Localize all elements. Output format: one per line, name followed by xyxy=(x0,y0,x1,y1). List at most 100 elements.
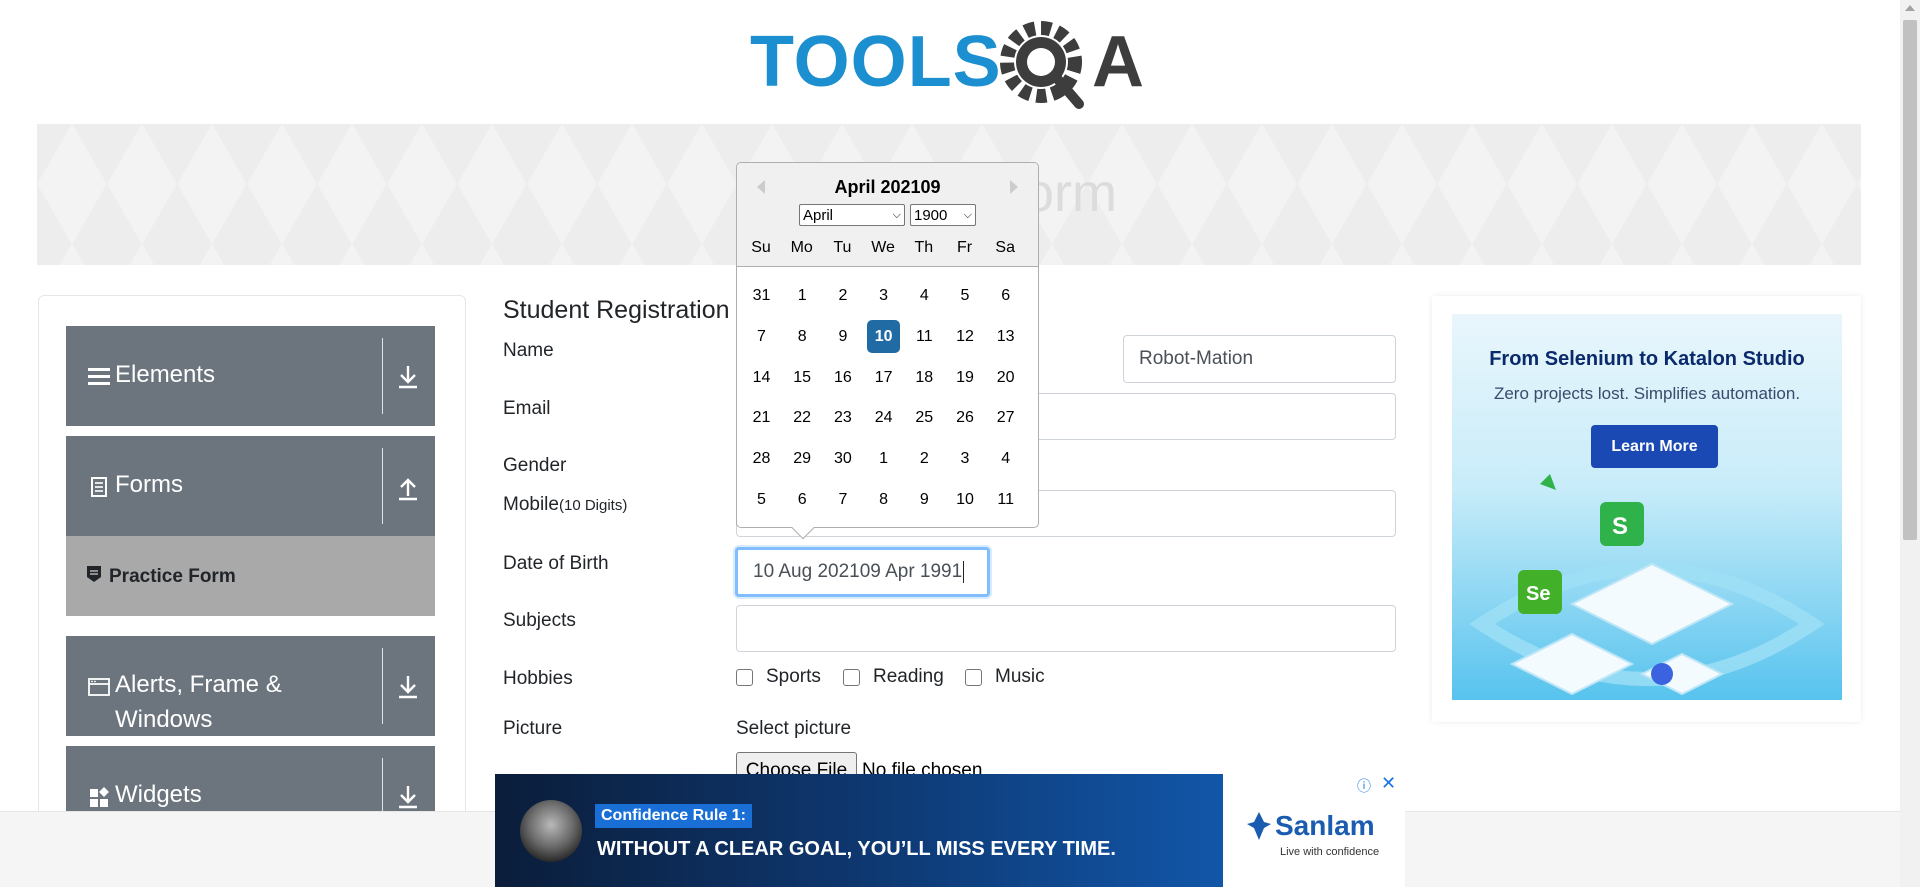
calendar-day[interactable]: 10 xyxy=(949,483,982,516)
calendar-day[interactable]: 31 xyxy=(745,279,778,312)
ad-brand: Sanlam xyxy=(1275,810,1375,841)
sidebar-group-alerts[interactable]: Alerts, Frame & Windows xyxy=(66,636,435,736)
close-icon[interactable]: ✕ xyxy=(1381,774,1399,792)
last-name-field[interactable]: Robot-Mation xyxy=(1123,335,1396,383)
upload-arrow-icon[interactable] xyxy=(393,472,423,502)
calendar-day[interactable]: 1 xyxy=(867,442,900,475)
calendar-day[interactable]: 4 xyxy=(908,279,941,312)
learn-more-button[interactable]: Learn More xyxy=(1591,425,1718,468)
calendar-day[interactable]: 10 xyxy=(867,319,901,353)
calendar-day[interactable]: 30 xyxy=(826,442,859,475)
next-month-icon[interactable] xyxy=(1004,177,1024,197)
sidebar-group-forms[interactable]: Forms xyxy=(66,436,435,536)
hobby-label: Reading xyxy=(873,666,944,687)
hobby-label: Sports xyxy=(766,666,821,687)
calendar-day[interactable]: 11 xyxy=(908,320,941,353)
checkbox[interactable] xyxy=(965,668,982,686)
ad-tag: Confidence Rule 1: xyxy=(595,804,752,828)
calendar-day[interactable]: 14 xyxy=(745,361,778,394)
ad-headline: From Selenium to Katalon Studio xyxy=(1489,348,1805,370)
calendar-day[interactable]: 2 xyxy=(908,442,941,475)
hobby-sports-checkbox[interactable]: Sports xyxy=(736,666,821,688)
dob-input[interactable]: 10 Aug 202109 Apr 1991 xyxy=(735,547,990,597)
calendar-day[interactable]: 7 xyxy=(745,320,778,353)
last-name-value: Robot-Mation xyxy=(1139,348,1254,369)
scroll-up-arrow-icon[interactable] xyxy=(1905,5,1915,11)
calendar-day[interactable]: 27 xyxy=(989,401,1022,434)
svg-text:TOOLS: TOOLS xyxy=(750,22,1002,102)
calendar-day[interactable]: 9 xyxy=(908,483,941,516)
calendar-day[interactable]: 20 xyxy=(989,361,1022,394)
calendar-day[interactable]: 12 xyxy=(949,320,982,353)
calendar-day[interactable]: 4 xyxy=(989,442,1022,475)
calendar-day[interactable]: 6 xyxy=(786,483,819,516)
year-select[interactable]: 1900 ⌵ xyxy=(910,204,976,226)
ad-creative[interactable]: From Selenium to Katalon Studio Zero pro… xyxy=(1452,314,1842,700)
calendar-day[interactable]: 17 xyxy=(867,361,900,394)
year-select-value: 1900 xyxy=(914,206,948,224)
ad-bottom[interactable]: Confidence Rule 1: WITHOUT A CLEAR GOAL,… xyxy=(495,774,1405,887)
calendar-day[interactable]: 24 xyxy=(867,401,900,434)
email-label: Email xyxy=(503,398,551,419)
datepicker-header: April 202109 April ⌵ 1900 ⌵ Su Mo Tu We Th Fr Sa xyxy=(737,163,1038,267)
calendar-day[interactable]: 7 xyxy=(826,483,859,516)
calendar-day[interactable]: 5 xyxy=(745,483,778,516)
download-arrow-icon[interactable] xyxy=(393,672,423,702)
download-arrow-icon[interactable] xyxy=(393,362,423,392)
ad-main-text: WITHOUT A CLEAR GOAL, YOU’LL MISS EVERY … xyxy=(597,838,1116,860)
form-icon xyxy=(87,566,101,582)
chevron-down-icon: ⌵ xyxy=(892,208,901,221)
calendar-day[interactable]: 23 xyxy=(826,401,859,434)
ad-slogan: Live with confidence xyxy=(1280,846,1380,858)
calendar-day[interactable]: 3 xyxy=(867,279,900,312)
scrollbar[interactable] xyxy=(1900,0,1920,887)
calendar-day[interactable]: 2 xyxy=(826,279,859,312)
ad-right[interactable]: From Selenium to Katalon Studio Zero pro… xyxy=(1432,296,1861,722)
calendar-day[interactable]: 5 xyxy=(949,279,982,312)
calendar-day[interactable]: 3 xyxy=(949,442,982,475)
datepicker-popup: April 202109 April ⌵ 1900 ⌵ Su Mo Tu We Th Fr Sa… xyxy=(736,162,1039,540)
window-icon xyxy=(88,678,110,696)
calendar-day[interactable]: 15 xyxy=(786,361,819,394)
document-icon xyxy=(91,477,107,497)
calendar-day[interactable]: 29 xyxy=(786,442,819,475)
calendar-day[interactable]: 1 xyxy=(786,279,819,312)
sanlam-logo-icon xyxy=(1247,812,1271,840)
mobile-hint: (10 Digits) xyxy=(558,497,628,514)
sidebar-item-label: Practice Form xyxy=(109,566,236,587)
calendar-day[interactable]: 9 xyxy=(826,320,859,353)
calendar-day[interactable]: 8 xyxy=(867,483,900,516)
checkbox[interactable] xyxy=(843,668,860,686)
subjects-input[interactable] xyxy=(736,605,1396,652)
calendar-day[interactable]: 25 xyxy=(908,401,941,434)
calendar-day[interactable]: 21 xyxy=(745,401,778,434)
picture-label: Picture xyxy=(503,718,563,739)
calendar-day[interactable]: 19 xyxy=(949,361,982,394)
hobby-music-checkbox[interactable]: Music xyxy=(965,666,1045,688)
toolsqa-logo[interactable]: TOOLS A xyxy=(750,18,1155,113)
download-arrow-icon[interactable] xyxy=(393,782,423,812)
hobby-reading-checkbox[interactable]: Reading xyxy=(843,666,944,688)
calendar-day[interactable]: 22 xyxy=(786,401,819,434)
calendar-day[interactable]: 13 xyxy=(989,320,1022,353)
checkbox[interactable] xyxy=(736,668,753,686)
info-icon[interactable]: ⓘ xyxy=(1357,776,1373,794)
month-select[interactable]: April ⌵ xyxy=(799,204,905,226)
page: { "header": {"logo_text": "TOOLSQA"}, "b… xyxy=(0,0,1920,887)
divider xyxy=(382,648,383,724)
chevron-down-icon: ⌵ xyxy=(963,208,972,221)
sidebar-item-practice-form[interactable]: Practice Form xyxy=(66,536,435,616)
calendar-day[interactable]: 16 xyxy=(826,361,859,394)
ad-banner-image[interactable]: Confidence Rule 1: WITHOUT A CLEAR GOAL,… xyxy=(495,774,1223,887)
divider xyxy=(382,338,383,414)
sidebar-group-elements[interactable]: Elements xyxy=(66,326,435,426)
datepicker-current-month: April 202109 xyxy=(834,177,941,197)
calendar-day[interactable]: 28 xyxy=(745,442,778,475)
calendar-day[interactable]: 6 xyxy=(989,279,1022,312)
calendar-day[interactable]: 26 xyxy=(949,401,982,434)
calendar-day[interactable]: 11 xyxy=(989,483,1022,516)
scrollbar-thumb[interactable] xyxy=(1903,20,1917,540)
calendar-day[interactable]: 18 xyxy=(908,361,941,394)
weekday-mo: Mo xyxy=(790,239,813,256)
calendar-day[interactable]: 8 xyxy=(786,320,819,353)
